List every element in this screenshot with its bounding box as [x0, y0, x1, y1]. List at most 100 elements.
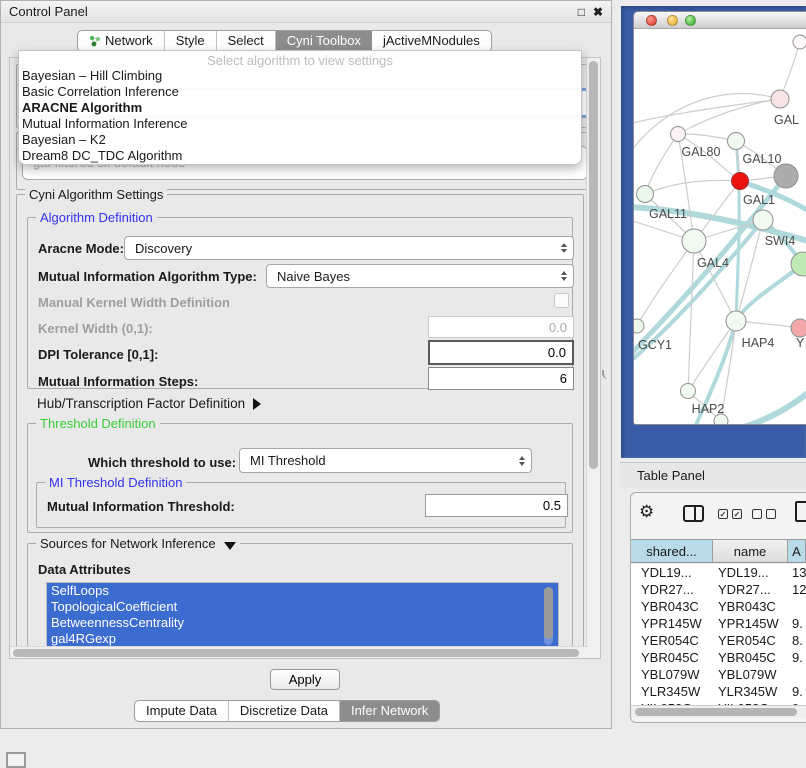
tab-network[interactable]: Network — [78, 31, 165, 51]
algorithm-option-aracne-algorithm[interactable]: ARACNE Algorithm — [19, 100, 581, 116]
network-node-y[interactable] — [791, 319, 806, 337]
network-edge[interactable] — [736, 264, 803, 321]
list-scrollbar[interactable] — [544, 587, 553, 645]
gear-icon[interactable]: ⚙ — [639, 502, 654, 522]
tab-label: jActiveMNodules — [383, 31, 480, 51]
attribute-item-betweennesscentrality[interactable]: BetweennessCentrality — [47, 615, 558, 631]
apply-button[interactable]: Apply — [270, 669, 340, 690]
network-edge[interactable] — [722, 387, 806, 425]
sources-group-label[interactable]: Sources for Network Inference — [36, 536, 240, 551]
cyni-algorithm-settings-label: Cyni Algorithm Settings — [25, 187, 167, 202]
algorithm-option-dream8-dc-tdc-algorithm[interactable]: Dream8 DC_TDC Algorithm — [19, 148, 581, 164]
select-all-icon[interactable]: ✓✓ — [718, 509, 742, 519]
docked-panel-icon[interactable] — [6, 752, 26, 768]
tab-jactivemnodules[interactable]: jActiveMNodules — [372, 31, 491, 51]
aracne-mode-combobox[interactable]: Discovery — [124, 236, 574, 260]
table-cell: YBR043C — [631, 598, 713, 615]
table-panel-title: Table Panel — [637, 468, 705, 483]
mi-steps-input[interactable] — [428, 367, 574, 390]
network-node-gal80[interactable] — [671, 127, 686, 142]
vertical-scrollbar[interactable] — [586, 58, 600, 658]
network-node-gal1[interactable] — [732, 173, 749, 190]
table-header-row: shared...nameA — [631, 539, 806, 563]
table-row[interactable]: YDR27...YDR27...12 — [631, 581, 806, 598]
tab-label: Network — [105, 31, 153, 51]
threshold-definition-group: Threshold Definition Which threshold to … — [27, 423, 573, 533]
minimize-traffic-light-icon[interactable] — [667, 15, 678, 26]
network-edge[interactable] — [637, 241, 694, 326]
attribute-item-topologicalcoefficient[interactable]: TopologicalCoefficient — [47, 599, 558, 615]
network-icon — [89, 35, 101, 47]
network-view-frame[interactable]: GALGAL80GAL10GAL1GAL11SWI4GAL4HAP4YGCY1H… — [621, 6, 806, 458]
deselect-all-icon[interactable] — [752, 509, 776, 519]
table-cell: YER054C — [713, 632, 788, 649]
tab-label: Select — [228, 31, 264, 51]
attribute-item-gal4rgexp[interactable]: gal4RGexp — [47, 631, 558, 647]
algorithm-dropdown-popup: Select algorithm to view settings Bayesi… — [18, 50, 582, 165]
data-attributes-label: Data Attributes — [38, 562, 131, 577]
network-edge[interactable] — [688, 241, 694, 391]
close-icon[interactable]: ✖ — [593, 5, 603, 19]
algorithm-option-mutual-information-inference[interactable]: Mutual Information Inference — [19, 116, 581, 132]
table-row[interactable]: YPR145WYPR145W9. — [631, 615, 806, 632]
hub-definition-toggle[interactable]: Hub/Transcription Factor Definition — [37, 396, 261, 411]
tab-infer-network[interactable]: Infer Network — [340, 701, 439, 721]
table-row[interactable]: YBL079WYBL079W — [631, 666, 806, 683]
network-edge[interactable] — [688, 321, 736, 391]
algorithm-option-bayesian-k2[interactable]: Bayesian – K2 — [19, 132, 581, 148]
algorithm-option-bayesian-hill-climbing[interactable]: Bayesian – Hill Climbing — [19, 68, 581, 84]
tab-label: Impute Data — [146, 701, 217, 721]
network-node-gal[interactable] — [771, 90, 789, 108]
network-node-gal11[interactable] — [637, 186, 654, 203]
column-header-a[interactable]: A — [788, 540, 806, 562]
table-row[interactable]: YLR345WYLR345W9. — [631, 683, 806, 700]
table-row[interactable]: YBR043CYBR043C — [631, 598, 806, 615]
table-panel-header: Table Panel — [620, 462, 806, 488]
table-cell: YDL19... — [713, 564, 788, 581]
tab-impute-data[interactable]: Impute Data — [135, 701, 229, 721]
tab-style[interactable]: Style — [165, 31, 217, 51]
table-row[interactable]: YBR045CYBR045C9. — [631, 649, 806, 666]
table-row[interactable]: YDL19...YDL19...13 — [631, 564, 806, 581]
network-canvas[interactable]: GALGAL80GAL10GAL1GAL11SWI4GAL4HAP4YGCY1H… — [634, 29, 806, 425]
tab-cyni-toolbox[interactable]: Cyni Toolbox — [276, 31, 372, 51]
network-node[interactable] — [774, 164, 798, 188]
attribute-item-selfloops[interactable]: SelfLoops — [47, 583, 558, 599]
manual-kernel-label: Manual Kernel Width Definition — [38, 295, 230, 310]
network-node[interactable] — [714, 414, 728, 425]
new-table-icon[interactable] — [795, 501, 806, 522]
split-panel-icon[interactable] — [683, 505, 704, 522]
mi-type-combobox[interactable]: Naive Bayes — [266, 264, 574, 288]
kernel-width-input[interactable] — [428, 316, 574, 338]
table-horizontal-scrollbar[interactable] — [631, 705, 806, 718]
network-node-gal10[interactable] — [728, 133, 745, 150]
network-edge[interactable] — [678, 99, 780, 134]
float-window-icon[interactable]: □ — [578, 5, 585, 19]
mi-threshold-input[interactable] — [425, 494, 568, 517]
threshold-definition-label: Threshold Definition — [36, 416, 160, 431]
network-node-gcy1[interactable] — [634, 319, 644, 333]
which-threshold-combobox[interactable]: MI Threshold — [239, 448, 532, 473]
network-node-swi4[interactable] — [753, 210, 773, 230]
network-node[interactable] — [793, 35, 806, 49]
tab-select[interactable]: Select — [217, 31, 276, 51]
network-node-hap4[interactable] — [726, 311, 746, 331]
node-label: GCY1 — [638, 338, 672, 352]
horizontal-scrollbar[interactable] — [10, 646, 588, 659]
dpi-tolerance-input[interactable] — [428, 340, 574, 365]
manual-kernel-checkbox[interactable] — [554, 293, 569, 308]
tab-discretize-data[interactable]: Discretize Data — [229, 701, 340, 721]
algorithm-option-basic-correlation-inference[interactable]: Basic Correlation Inference — [19, 84, 581, 100]
network-node-gal4[interactable] — [682, 229, 706, 253]
network-node-hap2[interactable] — [681, 384, 696, 399]
algorithm-definition-label: Algorithm Definition — [36, 210, 157, 225]
table-cell: 9. — [788, 615, 806, 632]
zoom-traffic-light-icon[interactable] — [685, 15, 696, 26]
network-edge[interactable] — [645, 180, 740, 194]
table-cell: YPR145W — [713, 615, 788, 632]
close-traffic-light-icon[interactable] — [646, 15, 657, 26]
column-header-shared[interactable]: shared... — [631, 540, 713, 562]
table-row[interactable]: YER054CYER054C8. — [631, 632, 806, 649]
column-header-name[interactable]: name — [713, 540, 788, 562]
bottom-tabbar: Impute Data Discretize DataInfer Network — [134, 700, 440, 722]
